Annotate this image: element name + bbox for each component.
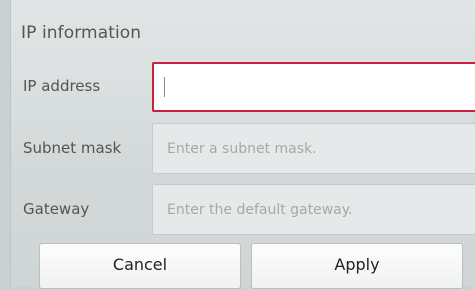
ip-information-dialog: IP information IP address Subnet mask En… [10,0,475,289]
ip-address-label: IP address [23,77,101,95]
subnet-mask-input[interactable]: Enter a subnet mask. [152,123,475,174]
gateway-placeholder: Enter the default gateway. [167,201,353,218]
ip-address-input[interactable] [152,62,475,112]
cancel-button[interactable]: Cancel [39,243,241,289]
subnet-mask-placeholder: Enter a subnet mask. [167,140,317,157]
apply-button[interactable]: Apply [251,243,463,289]
gateway-label: Gateway [23,200,90,218]
dialog-title: IP information [21,23,142,43]
subnet-mask-label: Subnet mask [23,139,122,157]
gateway-input[interactable]: Enter the default gateway. [152,184,475,235]
text-caret [164,77,165,97]
